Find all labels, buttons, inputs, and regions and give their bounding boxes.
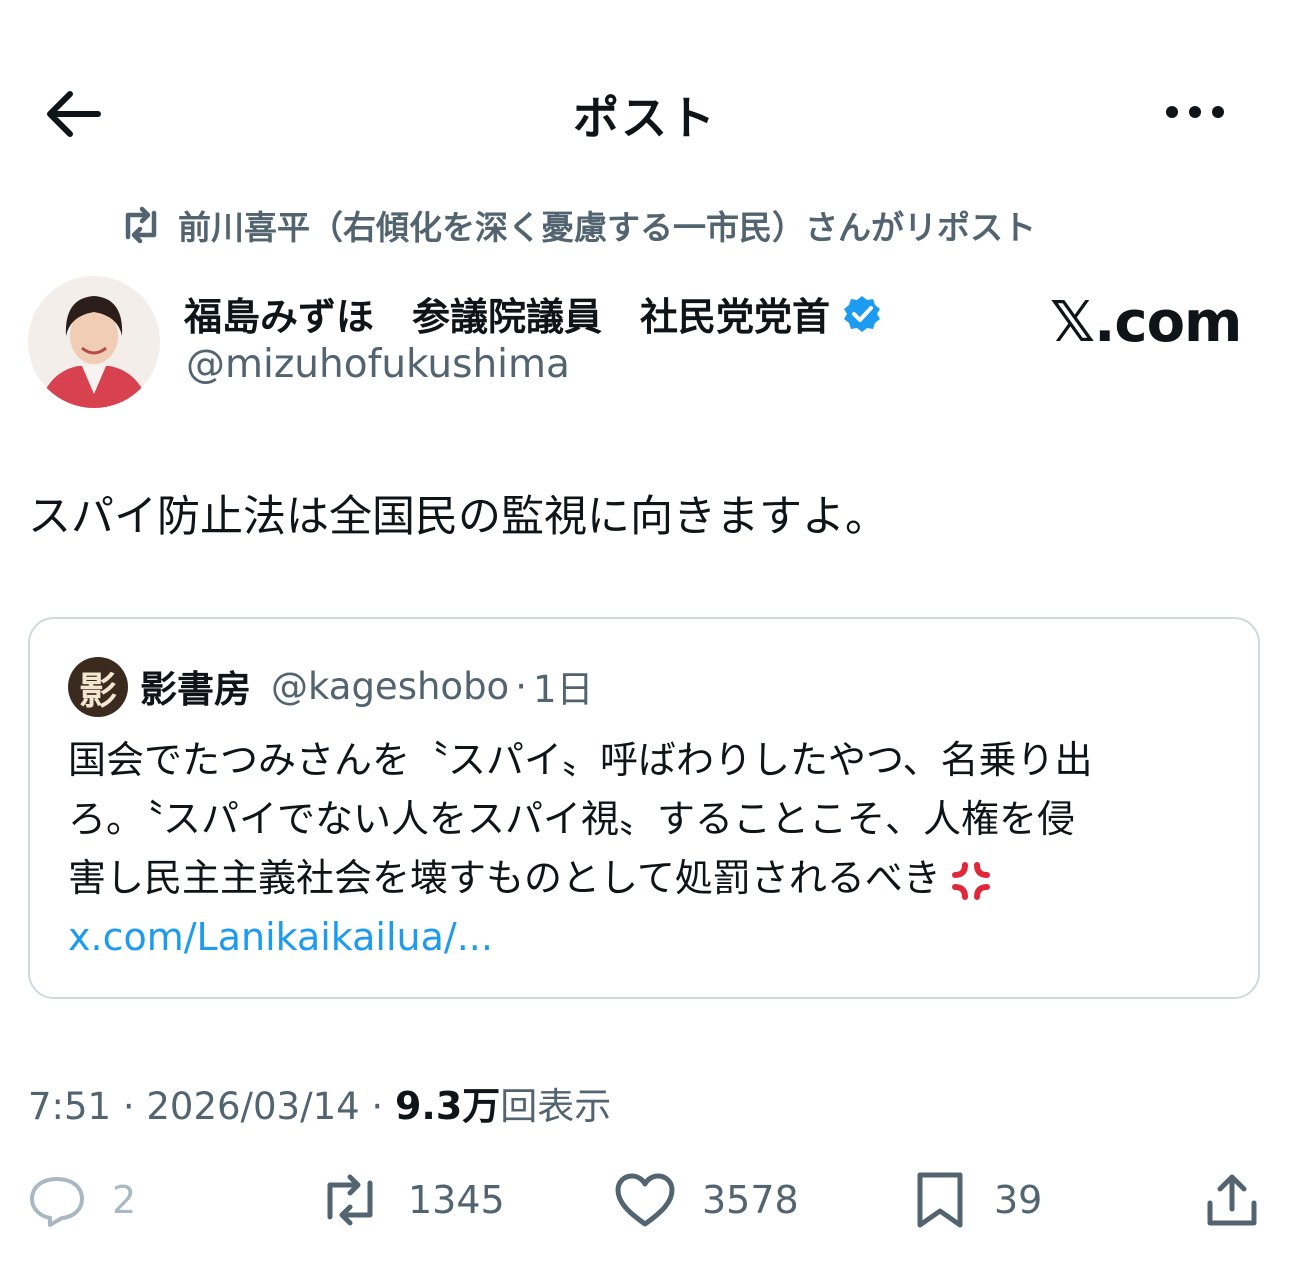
more-button[interactable] (1160, 92, 1230, 132)
repost-icon (125, 206, 157, 244)
bookmark-icon (917, 1172, 963, 1228)
quote-text-line: ろ。〝スパイでない人をスパイ視〟することこそ、人権を侵 (68, 797, 1076, 841)
meta-separator: · (111, 1085, 147, 1128)
view-label: 回表示 (500, 1085, 612, 1128)
meta-separator: · (359, 1085, 395, 1128)
quote-link[interactable]: x.com/Lanikaikailua/... (68, 908, 1228, 967)
like-count: 3578 (702, 1178, 799, 1222)
heart-icon (615, 1173, 675, 1227)
verified-badge-icon (844, 295, 881, 332)
reply-icon (30, 1177, 84, 1227)
quote-author-handle[interactable]: @kageshobo (271, 665, 509, 708)
view-count[interactable]: 9.3万 (395, 1075, 500, 1130)
post-text: スパイ防止法は全国民の監視に向きますよ。 (28, 492, 888, 542)
x-com-watermark: 𝕏.com (1050, 290, 1242, 355)
reply-count: 2 (112, 1178, 137, 1222)
quote-text-line: 国会でたつみさんを〝スパイ〟呼ばわりしたやつ、名乗り出 (68, 738, 1093, 782)
reply-button[interactable]: 2 (28, 1170, 136, 1230)
quote-avatar[interactable]: 影 (68, 657, 128, 717)
author-name[interactable]: 福島みずほ 参議院議員 社民党党首 (184, 286, 882, 341)
repost-button[interactable]: 1345 (318, 1170, 505, 1230)
post-date[interactable]: 2026/03/14 (146, 1085, 359, 1128)
quote-time[interactable]: 1日 (533, 659, 594, 713)
more-dots-icon (1166, 106, 1224, 118)
author-handle[interactable]: @mizuhofukushima (186, 342, 570, 387)
bookmark-button[interactable]: 39 (912, 1170, 1042, 1230)
post-time[interactable]: 7:51 (28, 1085, 111, 1128)
quote-header: 影書房 @kageshobo · 1日 (140, 659, 594, 713)
bookmark-count: 39 (994, 1178, 1043, 1222)
quote-text-line: 害し民主主義社会を壊すものとして処罰されるべき (68, 849, 1228, 908)
quote-text-line-content: 害し民主主義社会を壊すものとして処罰されるべき (68, 856, 941, 900)
page-title: ポスト (573, 91, 717, 145)
avatar[interactable] (28, 276, 160, 408)
quote-text: 国会でたつみさんを〝スパイ〟呼ばわりしたやつ、名乗り出 ろ。〝スパイでない人をス… (68, 731, 1228, 967)
author-name-text: 福島みずほ 参議院議員 社民党党首 (184, 295, 831, 339)
share-button[interactable] (1204, 1170, 1286, 1230)
avatar-photo (28, 276, 160, 408)
post-meta: 7:51 · 2026/03/14 · 9.3万 回表示 (28, 1075, 611, 1130)
like-button[interactable]: 3578 (614, 1170, 799, 1230)
quote-separator: · (515, 664, 527, 708)
repost-text: 前川喜平（右傾化を深く憂慮する一市民）さんがリポスト (178, 208, 1036, 247)
repost-context[interactable]: 前川喜平（右傾化を深く憂慮する一市民）さんがリポスト (118, 200, 1036, 250)
quote-card[interactable]: 影 影書房 @kageshobo · 1日 国会でたつみさんを〝スパイ〟呼ばわり… (28, 617, 1260, 999)
quote-author-name[interactable]: 影書房 (140, 659, 251, 713)
repost-count: 1345 (408, 1178, 505, 1222)
repost-icon (327, 1174, 373, 1226)
anger-symbol-icon (951, 861, 990, 900)
share-icon (1207, 1174, 1257, 1226)
